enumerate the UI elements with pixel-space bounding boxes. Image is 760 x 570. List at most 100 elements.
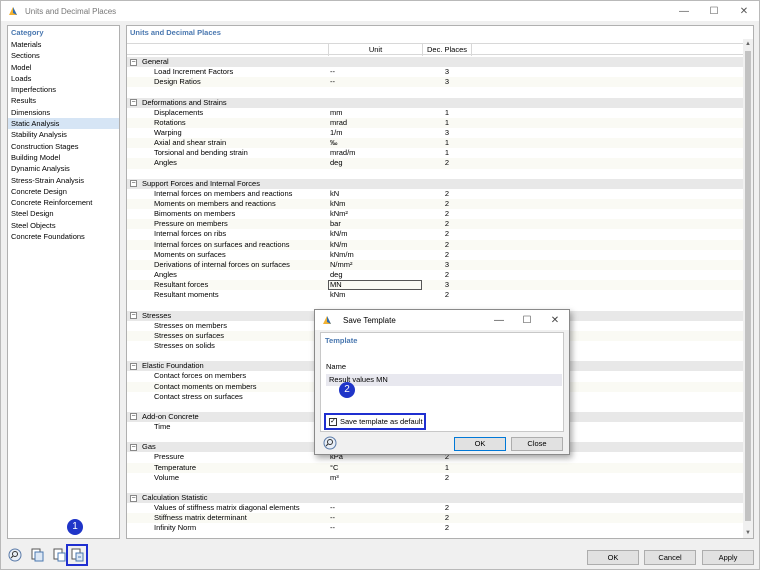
- save-default-checkbox[interactable]: ✓: [329, 417, 337, 426]
- category-item[interactable]: Model: [8, 62, 119, 73]
- table-row[interactable]: Moments on members and reactions kNm 2: [127, 198, 743, 210]
- table-row[interactable]: Axial and shear strain ‰ 1: [127, 138, 743, 149]
- group-row[interactable]: − Calculation Statistic: [127, 493, 743, 504]
- row-unit[interactable]: bar: [330, 219, 341, 229]
- row-unit[interactable]: --: [330, 77, 335, 87]
- template-name-input[interactable]: Result values MN: [326, 374, 562, 386]
- category-item[interactable]: Building Model: [8, 152, 119, 163]
- scroll-up-icon[interactable]: ▲: [743, 39, 753, 49]
- row-unit[interactable]: kN: [330, 189, 339, 199]
- category-item[interactable]: Steel Design: [8, 208, 119, 219]
- row-dec-places[interactable]: 2: [422, 250, 472, 260]
- row-unit[interactable]: --: [330, 503, 335, 513]
- row-dec-places[interactable]: 2: [422, 473, 472, 483]
- category-item[interactable]: Stability Analysis: [8, 129, 119, 140]
- scroll-thumb[interactable]: [745, 51, 751, 521]
- table-row[interactable]: Warping 1/m 3: [127, 128, 743, 138]
- copy-template-icon[interactable]: [51, 547, 67, 563]
- category-item[interactable]: Stress-Strain Analysis: [8, 175, 119, 186]
- group-row[interactable]: − General: [127, 57, 743, 68]
- table-row[interactable]: Internal forces on surfaces and reaction…: [127, 239, 743, 250]
- row-unit[interactable]: kNm/m: [330, 250, 354, 260]
- row-dec-places[interactable]: 3: [422, 128, 472, 138]
- category-item[interactable]: Concrete Foundations: [8, 231, 119, 242]
- category-item[interactable]: Imperfections: [8, 84, 119, 95]
- row-dec-places[interactable]: 1: [422, 138, 472, 148]
- cancel-button[interactable]: Cancel: [644, 550, 696, 565]
- collapse-icon[interactable]: −: [130, 494, 137, 502]
- table-row[interactable]: Bimoments on members kNm² 2: [127, 209, 743, 219]
- row-dec-places[interactable]: 2: [422, 209, 472, 219]
- maximize-icon[interactable]: ☐: [513, 310, 541, 330]
- row-unit[interactable]: m³: [330, 473, 339, 483]
- row-dec-places[interactable]: 2: [422, 229, 472, 239]
- category-item[interactable]: Dimensions: [8, 107, 119, 118]
- table-row[interactable]: Temperature °C 1: [127, 462, 743, 473]
- row-dec-places[interactable]: 3: [422, 280, 472, 290]
- collapse-icon[interactable]: −: [130, 362, 137, 370]
- row-unit[interactable]: kN/m: [330, 240, 348, 250]
- row-unit[interactable]: kNm²: [330, 209, 348, 219]
- close-icon[interactable]: ✕: [541, 310, 569, 330]
- table-row[interactable]: Resultant moments kNm 2: [127, 290, 743, 300]
- row-dec-places[interactable]: 2: [422, 503, 472, 513]
- collapse-icon[interactable]: −: [130, 312, 137, 320]
- vertical-scrollbar[interactable]: ▲ ▼: [743, 39, 753, 538]
- table-row[interactable]: Torsional and bending strain mrad/m 1: [127, 148, 743, 158]
- row-unit[interactable]: 1/m: [330, 128, 343, 138]
- ok-button[interactable]: OK: [587, 550, 639, 565]
- row-dec-places[interactable]: 1: [422, 108, 472, 118]
- table-row[interactable]: Infinity Norm -- 2: [127, 523, 743, 533]
- row-unit[interactable]: mrad: [330, 118, 347, 128]
- row-dec-places[interactable]: 1: [422, 118, 472, 128]
- collapse-icon[interactable]: −: [130, 180, 137, 188]
- row-unit[interactable]: N/mm²: [330, 260, 353, 270]
- row-dec-places[interactable]: 1: [422, 148, 472, 158]
- row-dec-places[interactable]: 2: [422, 219, 472, 229]
- search-icon[interactable]: [7, 547, 23, 563]
- column-dec-places[interactable]: Dec. Places: [422, 44, 472, 56]
- dialog-close-button[interactable]: Close: [511, 437, 563, 451]
- scroll-down-icon[interactable]: ▼: [743, 528, 753, 538]
- category-item[interactable]: Materials: [8, 39, 119, 50]
- table-row[interactable]: Pressure on members bar 2: [127, 219, 743, 230]
- dialog-ok-button[interactable]: OK: [454, 437, 506, 451]
- row-dec-places[interactable]: 2: [422, 240, 472, 250]
- close-icon[interactable]: ✕: [729, 1, 759, 21]
- column-unit[interactable]: Unit: [328, 44, 422, 56]
- category-item[interactable]: Static Analysis: [8, 118, 119, 130]
- table-row[interactable]: Derivations of internal forces on surfac…: [127, 259, 743, 270]
- category-item[interactable]: Concrete Design: [8, 186, 119, 197]
- row-dec-places[interactable]: 2: [422, 290, 472, 300]
- row-dec-places[interactable]: 2: [422, 199, 472, 209]
- row-unit[interactable]: ‰: [330, 138, 338, 148]
- collapse-icon[interactable]: −: [130, 99, 137, 107]
- row-dec-places[interactable]: 3: [422, 67, 472, 77]
- row-unit[interactable]: kNm: [330, 199, 345, 209]
- row-unit[interactable]: mm: [330, 108, 343, 118]
- row-dec-places[interactable]: 2: [422, 270, 472, 280]
- search-icon[interactable]: [323, 436, 337, 450]
- save-template-icon[interactable]: [66, 544, 88, 566]
- minimize-icon[interactable]: —: [669, 1, 699, 21]
- row-dec-places[interactable]: 2: [422, 158, 472, 168]
- table-row[interactable]: Angles deg 2: [127, 158, 743, 169]
- category-item[interactable]: Steel Objects: [8, 220, 119, 231]
- apply-button[interactable]: Apply: [702, 550, 754, 565]
- row-unit[interactable]: kNm: [330, 290, 345, 300]
- table-row[interactable]: Resultant forces MN 3: [127, 280, 743, 291]
- maximize-icon[interactable]: ☐: [699, 1, 729, 21]
- row-unit[interactable]: --: [330, 67, 335, 77]
- table-row[interactable]: Stiffness matrix determinant -- 2: [127, 513, 743, 524]
- collapse-icon[interactable]: −: [130, 443, 137, 451]
- category-item[interactable]: Sections: [8, 50, 119, 61]
- table-row[interactable]: Angles deg 2: [127, 270, 743, 280]
- row-dec-places[interactable]: 1: [422, 463, 472, 473]
- collapse-icon[interactable]: −: [130, 58, 137, 66]
- category-item[interactable]: Results: [8, 95, 119, 106]
- table-row[interactable]: Values of stiffness matrix diagonal elem…: [127, 503, 743, 513]
- row-dec-places[interactable]: 2: [422, 513, 472, 523]
- category-item[interactable]: Dynamic Analysis: [8, 163, 119, 174]
- table-row[interactable]: Moments on surfaces kNm/m 2: [127, 250, 743, 260]
- table-row[interactable]: Displacements mm 1: [127, 108, 743, 118]
